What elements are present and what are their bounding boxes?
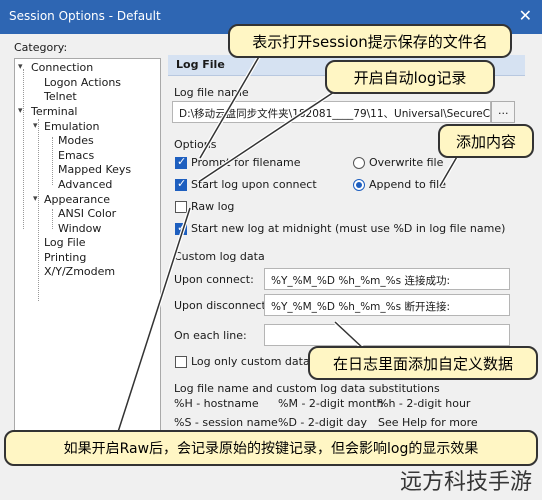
watermark: 远方科技手游 xyxy=(399,470,532,495)
callout-raw-log: 如果开启Raw后，会记录原始的按键记录，但会影响log的显示效果 xyxy=(4,430,538,466)
callout-auto-log: 开启自动log记录 xyxy=(325,60,495,94)
callout-prompt-filename: 表示打开session提示保存的文件名 xyxy=(228,24,512,58)
callout-append: 添加内容 xyxy=(438,124,534,158)
callout-custom-data: 在日志里面添加自定义数据 xyxy=(308,346,538,380)
